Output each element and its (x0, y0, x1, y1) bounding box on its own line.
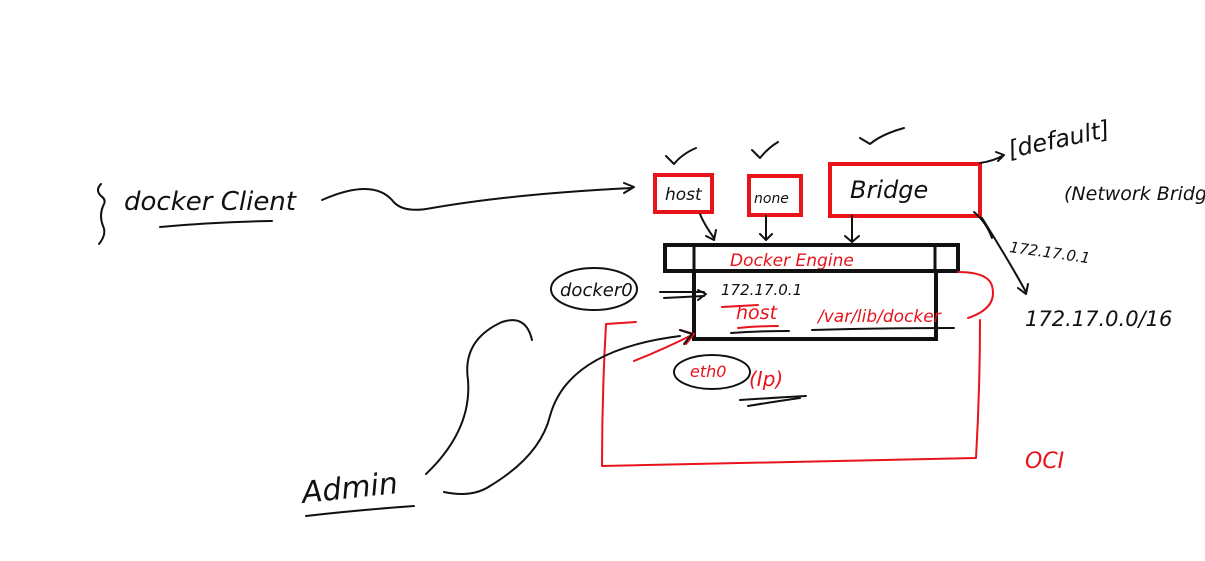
bridge-down-arrow (844, 215, 860, 243)
ip-underline (739, 395, 807, 407)
docker0-group: docker0 (550, 267, 707, 311)
client-to-network-arrow (321, 187, 633, 211)
eth0-label: eth0 (690, 362, 726, 381)
engine-ip-label: 172.17.0.1 (721, 281, 802, 299)
oci-label: OCI (1025, 449, 1064, 474)
docker-engine-label: Docker Engine (730, 251, 854, 271)
bridge-ip-label: 172.17.0.1 (1008, 238, 1091, 267)
none-check-icon (751, 141, 779, 159)
subnet-label: 172.17.0.0/16 (1025, 307, 1172, 331)
docker-client-underline (159, 220, 273, 228)
default-label: [default] (1005, 115, 1112, 164)
var-lib-docker-underline (811, 327, 955, 331)
oci-boundary (601, 319, 981, 467)
red-arrow-to-engine (633, 329, 695, 362)
none-driver-label: none (754, 191, 789, 207)
admin-label: Admin (298, 466, 399, 511)
default-arrow (979, 151, 1005, 164)
engine-host-black-underline (730, 330, 790, 334)
host-down-arrow (699, 213, 717, 241)
host-check-icon (665, 147, 697, 165)
network-drivers: host none Bridge (653, 127, 982, 243)
host-driver-label: host (665, 185, 703, 205)
whiteboard-canvas: docker Client host none Bridge [default]… (97, 115, 1205, 517)
bridge-driver-label: Bridge (850, 176, 928, 204)
docker-client-label: docker Client (124, 187, 297, 217)
var-lib-docker-label: /var/lib/docker (816, 307, 942, 327)
admin-to-engine-curve (443, 329, 693, 495)
admin-to-docker0-curve (425, 319, 533, 475)
docker-engine: Docker Engine 172.17.0.1 host /var/lib/d… (663, 243, 960, 341)
var-lib-docker-loop (957, 271, 994, 319)
none-down-arrow (759, 215, 773, 241)
eth0-group: eth0 (Ip) (673, 354, 807, 407)
bridge-check-icon (859, 127, 905, 145)
docker0-arrow (659, 289, 707, 301)
network-bridge-label: (Network Bridge) (1064, 183, 1205, 205)
docker-client-group: docker Client (97, 183, 297, 245)
ip-label: (Ip) (749, 367, 783, 391)
docker0-label: docker0 (560, 280, 633, 301)
client-person-icon (97, 183, 106, 245)
